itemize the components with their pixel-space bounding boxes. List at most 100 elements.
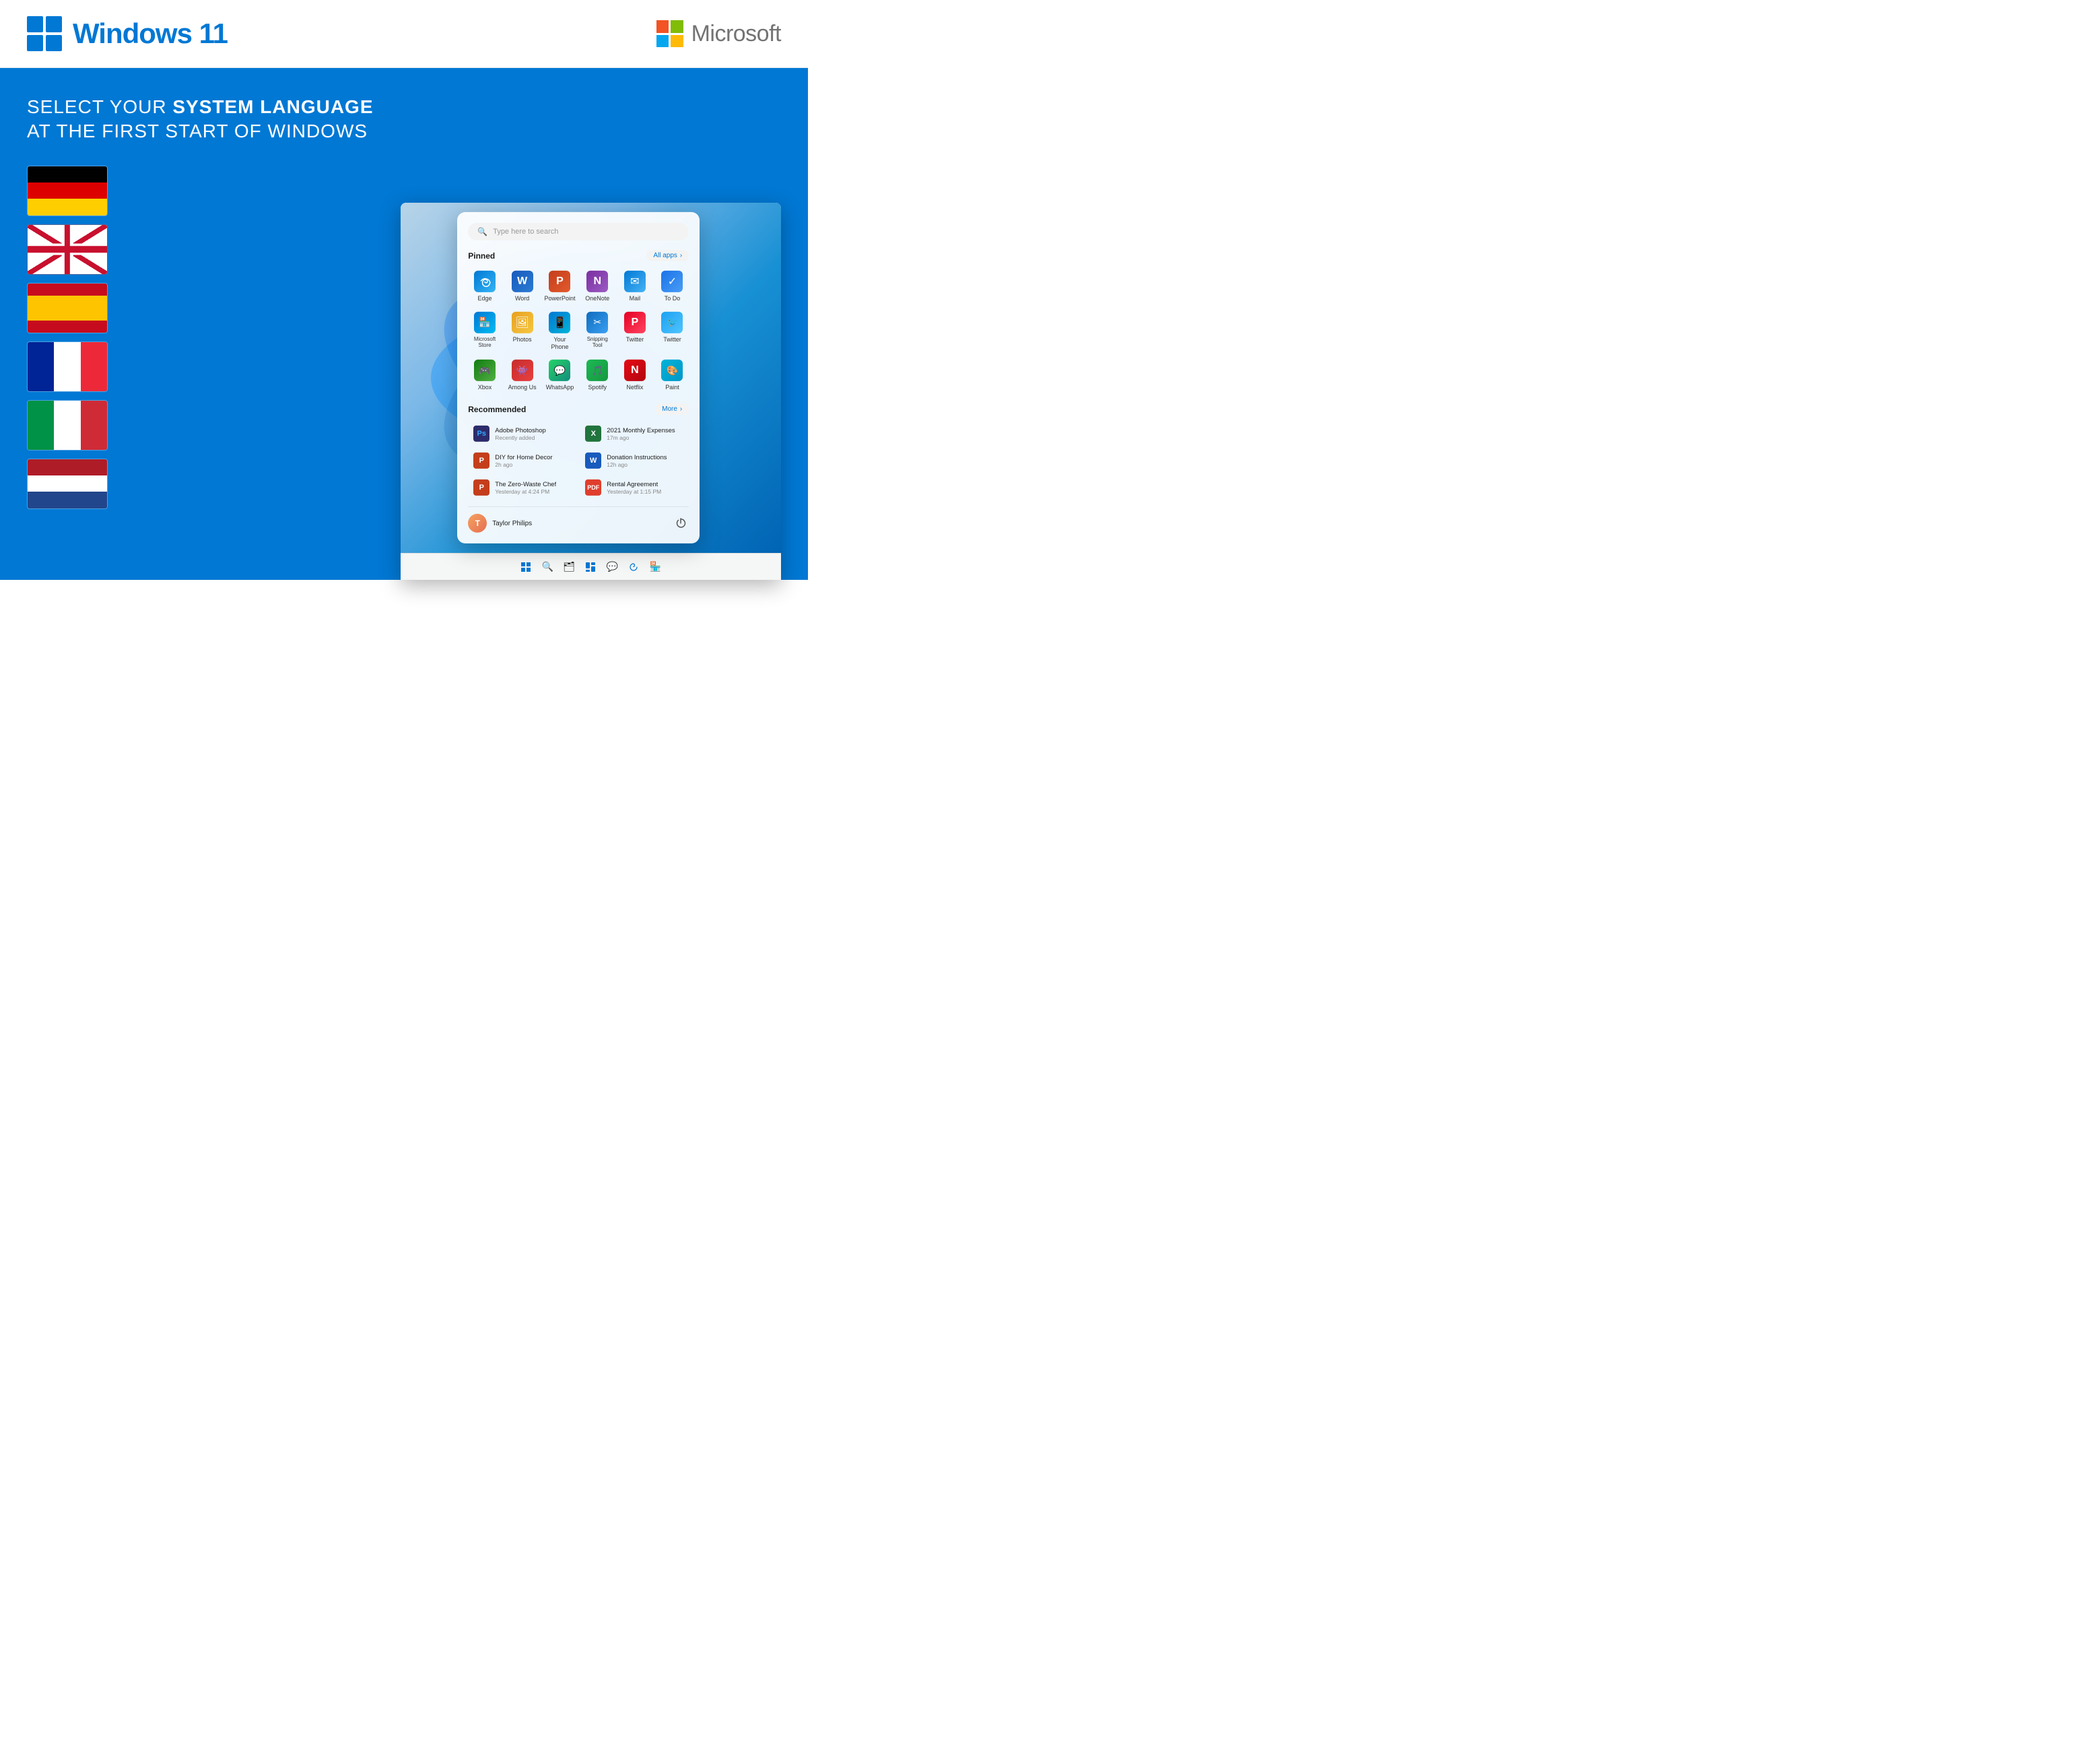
ppt-icon-rec: P <box>473 453 489 469</box>
paint-icon: 🎨 <box>661 360 683 381</box>
more-button[interactable]: More › <box>655 403 689 415</box>
onenote-icon: N <box>586 271 608 292</box>
windows-logo: Windows 11 <box>27 16 228 51</box>
taskbar-task-view[interactable]: 🗂 <box>562 560 576 574</box>
flag-fr[interactable] <box>27 341 108 392</box>
rec-photoshop[interactable]: Ps Adobe Photoshop Recently added <box>468 422 577 446</box>
taskbar-start[interactable] <box>518 560 533 574</box>
avatar: T <box>468 514 487 533</box>
headline: SELECT YOUR SYSTEM LANGUAGE AT THE FIRST… <box>27 95 374 144</box>
power-icon <box>675 518 686 529</box>
taskbar-store[interactable]: 🏪 <box>648 560 663 574</box>
pdf-icon-rec: PDF <box>585 480 601 496</box>
app-onenote[interactable]: N OneNote <box>580 268 614 305</box>
flag-nl[interactable] <box>27 459 108 509</box>
recommended-section: Recommended More › Ps Adobe Photos <box>468 403 689 500</box>
rec-expenses-time: 17m ago <box>607 434 675 441</box>
app-mail[interactable]: ✉ Mail <box>618 268 652 305</box>
rec-photoshop-name: Adobe Photoshop <box>495 427 546 434</box>
paint-label: Paint <box>665 384 679 391</box>
microsoft-squares-icon <box>656 20 683 47</box>
whatsapp-label: WhatsApp <box>546 384 574 391</box>
netflix-icon: N <box>624 360 646 381</box>
photos-label: Photos <box>513 336 532 343</box>
flag-de[interactable] <box>27 166 108 216</box>
app-powerpoint[interactable]: P PowerPoint <box>543 268 576 305</box>
word-icon-rec: W <box>585 453 601 469</box>
taskbar-search[interactable]: 🔍 <box>540 560 555 574</box>
twitter-icon: 🐦 <box>661 312 683 333</box>
photos-icon: 🖼 <box>512 312 533 333</box>
mail-icon: ✉ <box>624 271 646 292</box>
win-sq-1 <box>27 16 43 32</box>
rec-diy[interactable]: P DIY for Home Decor 2h ago <box>468 449 577 473</box>
rec-rental[interactable]: PDF Rental Agreement Yesterday at 1:15 P… <box>580 475 689 500</box>
all-apps-button[interactable]: All apps › <box>646 250 689 261</box>
xbox-label: Xbox <box>478 384 492 391</box>
search-placeholder-text: Type here to search <box>493 228 558 236</box>
search-bar[interactable]: 🔍 Type here to search <box>468 223 689 240</box>
netflix-label: Netflix <box>626 384 643 391</box>
pinned-apps-grid: Edge W Word P PowerPoint <box>468 268 689 394</box>
ppt-icon-rec2: P <box>473 480 489 496</box>
rec-rental-name: Rental Agreement <box>607 481 661 488</box>
app-whatsapp[interactable]: 💬 WhatsApp <box>543 357 576 394</box>
among-icon: 👾 <box>512 360 533 381</box>
taskbar-chat[interactable]: 💬 <box>605 560 619 574</box>
snipping-icon: ✂ <box>586 312 608 333</box>
edge-label: Edge <box>478 295 492 302</box>
yourphone-label: Your Phone <box>544 336 575 351</box>
app-paint[interactable]: 🎨 Paint <box>656 357 689 394</box>
spotify-label: Spotify <box>588 384 607 391</box>
app-netflix[interactable]: N Netflix <box>618 357 652 394</box>
app-yourphone[interactable]: 📱 Your Phone <box>543 309 576 354</box>
taskbar-edge[interactable] <box>626 560 641 574</box>
app-todo[interactable]: ✓ To Do <box>656 268 689 305</box>
rec-zerowaste-name: The Zero-Waste Chef <box>495 481 556 488</box>
excel-icon: X <box>585 426 601 442</box>
app-twitter[interactable]: 🐦 Twitter <box>656 309 689 354</box>
start-menu: 🔍 Type here to search Pinned All apps › <box>457 212 700 543</box>
rec-zerowaste[interactable]: P The Zero-Waste Chef Yesterday at 4:24 … <box>468 475 577 500</box>
rec-expenses[interactable]: X 2021 Monthly Expenses 17m ago <box>580 422 689 446</box>
rec-diy-time: 2h ago <box>495 461 552 468</box>
app-edge[interactable]: Edge <box>468 268 502 305</box>
header: Windows 11 Microsoft <box>0 0 808 68</box>
flag-it[interactable] <box>27 400 108 451</box>
edge-icon <box>474 271 496 292</box>
xbox-icon: 🎮 <box>474 360 496 381</box>
app-spotify[interactable]: 🎵 Spotify <box>580 357 614 394</box>
ms-sq-green <box>671 20 683 33</box>
power-button[interactable] <box>673 515 689 531</box>
msstore-icon: 🏪 <box>474 312 496 333</box>
rec-zerowaste-time: Yesterday at 4:24 PM <box>495 488 556 495</box>
rec-donation-name: Donation Instructions <box>607 454 667 461</box>
flags-column <box>27 166 374 509</box>
flag-uk[interactable] <box>27 224 108 275</box>
app-word[interactable]: W Word <box>506 268 539 305</box>
word-icon: W <box>512 271 533 292</box>
pinned-section-header: Pinned All apps › <box>468 250 689 261</box>
windows-mockup: 🔍 Type here to search Pinned All apps › <box>401 203 781 580</box>
flag-es[interactable] <box>27 283 108 333</box>
microsoft-logo: Microsoft <box>656 20 781 47</box>
taskbar-widgets[interactable] <box>583 560 598 574</box>
recommended-header: Recommended More › <box>468 403 689 415</box>
user-info[interactable]: T Taylor Philips <box>468 514 532 533</box>
app-msstore[interactable]: 🏪 Microsoft Store <box>468 309 502 354</box>
pinterest-icon: P <box>624 312 646 333</box>
search-icon: 🔍 <box>477 227 487 236</box>
user-bar: T Taylor Philips <box>468 506 689 533</box>
app-pinterest[interactable]: P Twitter <box>618 309 652 354</box>
recommended-label: Recommended <box>468 405 526 414</box>
ms-sq-blue <box>656 35 669 48</box>
rec-diy-name: DIY for Home Decor <box>495 454 552 461</box>
win-sq-3 <box>27 35 43 51</box>
taskbar: 🔍 🗂 💬 🏪 <box>401 553 781 580</box>
app-xbox[interactable]: 🎮 Xbox <box>468 357 502 394</box>
rec-donation[interactable]: W Donation Instructions 12h ago <box>580 449 689 473</box>
app-snipping[interactable]: ✂ Snipping Tool <box>580 309 614 354</box>
app-among[interactable]: 👾 Among Us <box>506 357 539 394</box>
windows-title: Windows 11 <box>73 18 228 50</box>
app-photos[interactable]: 🖼 Photos <box>506 309 539 354</box>
